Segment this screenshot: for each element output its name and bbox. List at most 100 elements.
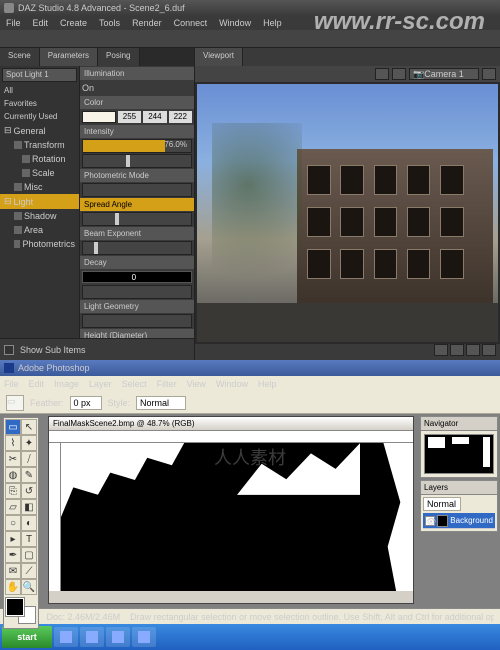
- color-b-field[interactable]: 222: [169, 111, 192, 123]
- tree-misc[interactable]: Misc: [0, 180, 79, 194]
- ps-document-window[interactable]: FinalMaskScene2.bmp @ 48.7% (RGB): [48, 416, 414, 604]
- frame-icon[interactable]: [482, 344, 496, 356]
- crop-tool[interactable]: ✂: [5, 451, 21, 467]
- tab-parameters[interactable]: Parameters: [40, 48, 98, 66]
- taskbar-item[interactable]: [80, 627, 104, 647]
- color-r-field[interactable]: 255: [118, 111, 141, 123]
- stamp-tool[interactable]: ⎘: [5, 483, 21, 499]
- menu-edit[interactable]: Edit: [33, 18, 49, 28]
- tab-scene[interactable]: Scene: [0, 48, 40, 66]
- taskbar-item[interactable]: [106, 627, 130, 647]
- ps-menu-filter[interactable]: Filter: [157, 379, 177, 389]
- menu-tools[interactable]: Tools: [99, 18, 120, 28]
- fg-color-swatch[interactable]: [6, 598, 24, 616]
- ps-menu-image[interactable]: Image: [54, 379, 79, 389]
- tab-posing[interactable]: Posing: [98, 48, 139, 66]
- gradient-tool[interactable]: ◧: [21, 499, 37, 515]
- path-tool[interactable]: ▸: [5, 531, 21, 547]
- slider-generic-1[interactable]: [82, 154, 192, 168]
- menu-window[interactable]: Window: [219, 18, 251, 28]
- orbit-icon[interactable]: [434, 344, 448, 356]
- illumination-value[interactable]: On: [82, 83, 94, 93]
- visibility-icon[interactable]: 👁: [425, 516, 435, 526]
- feather-input[interactable]: 0 px: [70, 396, 102, 410]
- tree-all[interactable]: All: [0, 84, 79, 97]
- layer-thumbnail[interactable]: [437, 515, 448, 527]
- tree-photometrics[interactable]: Photometrics: [0, 237, 79, 251]
- ps-titlebar[interactable]: Adobe Photoshop: [0, 360, 500, 376]
- ps-canvas[interactable]: [61, 443, 413, 591]
- navigator-tab[interactable]: Navigator: [421, 417, 497, 431]
- navigator-thumbnail[interactable]: [424, 434, 494, 474]
- prop-spread-label[interactable]: Spread Angle: [80, 198, 194, 211]
- type-tool[interactable]: T: [21, 531, 37, 547]
- ruler-vertical[interactable]: [49, 443, 61, 591]
- zoom-tool[interactable]: 🔍: [21, 579, 37, 595]
- move-tool[interactable]: ↖: [21, 419, 37, 435]
- color-swatches[interactable]: [6, 598, 36, 624]
- camera-dropdown[interactable]: 📷Camera 1: [409, 68, 479, 80]
- blur-tool[interactable]: ○: [5, 515, 21, 531]
- wand-tool[interactable]: ✦: [21, 435, 37, 451]
- daz-titlebar[interactable]: DAZ Studio 4.8 Advanced - Scene2_6.duf: [0, 0, 500, 16]
- layer-background[interactable]: 👁 Background: [423, 513, 495, 529]
- lasso-tool[interactable]: ⌇: [5, 435, 21, 451]
- tree-shadow[interactable]: Shadow: [0, 209, 79, 223]
- geom-slider[interactable]: [82, 314, 192, 328]
- viewport-tab[interactable]: Viewport: [195, 48, 243, 66]
- start-button[interactable]: start: [2, 626, 52, 648]
- eyedrop-tool[interactable]: ⟋: [21, 563, 37, 579]
- hand-tool[interactable]: ✋: [5, 579, 21, 595]
- tree-currently-used[interactable]: Currently Used: [0, 110, 79, 123]
- show-subitems-checkbox[interactable]: [4, 345, 14, 355]
- spread-slider[interactable]: [82, 212, 192, 226]
- menu-render[interactable]: Render: [132, 18, 162, 28]
- tree-favorites[interactable]: Favorites: [0, 97, 79, 110]
- color-swatch[interactable]: [82, 111, 116, 123]
- tree-scale[interactable]: Scale: [0, 166, 79, 180]
- ps-menu-window[interactable]: Window: [216, 379, 248, 389]
- shape-tool[interactable]: ▢: [21, 547, 37, 563]
- dodge-tool[interactable]: ◐: [21, 515, 37, 531]
- slider-generic-3[interactable]: [82, 285, 192, 299]
- menu-help[interactable]: Help: [263, 18, 282, 28]
- eraser-tool[interactable]: ▱: [5, 499, 21, 515]
- ps-menu-help[interactable]: Help: [258, 379, 277, 389]
- tree-light[interactable]: ⊟Light: [0, 194, 79, 209]
- ps-doc-titlebar[interactable]: FinalMaskScene2.bmp @ 48.7% (RGB): [49, 417, 413, 431]
- ps-menu-edit[interactable]: Edit: [29, 379, 45, 389]
- taskbar-item[interactable]: [54, 627, 78, 647]
- color-g-field[interactable]: 244: [143, 111, 166, 123]
- history-tool[interactable]: ↺: [21, 483, 37, 499]
- heal-tool[interactable]: ◍: [5, 467, 21, 483]
- slider-generic-2[interactable]: [82, 183, 192, 197]
- marquee-tool[interactable]: ▭: [5, 419, 21, 435]
- slice-tool[interactable]: ⧸: [21, 451, 37, 467]
- menu-create[interactable]: Create: [60, 18, 87, 28]
- tree-general[interactable]: ⊟General: [0, 123, 79, 138]
- taskbar-item[interactable]: [132, 627, 156, 647]
- zoom-icon[interactable]: [466, 344, 480, 356]
- vp-tool-icon[interactable]: [482, 68, 496, 80]
- ps-menu-view[interactable]: View: [187, 379, 206, 389]
- pan-icon[interactable]: [450, 344, 464, 356]
- vp-tool-icon[interactable]: [392, 68, 406, 80]
- ruler-horizontal[interactable]: [49, 431, 413, 443]
- intensity-slider[interactable]: 76.0%: [82, 139, 192, 153]
- scrollbar-horizontal[interactable]: [49, 591, 413, 603]
- menu-file[interactable]: File: [6, 18, 21, 28]
- node-selector-dropdown[interactable]: Spot Light 1: [2, 68, 77, 82]
- notes-tool[interactable]: ✉: [5, 563, 21, 579]
- beam-slider[interactable]: [82, 241, 192, 255]
- style-dropdown[interactable]: Normal: [136, 396, 186, 410]
- ps-menu-select[interactable]: Select: [122, 379, 147, 389]
- tree-rotation[interactable]: Rotation: [0, 152, 79, 166]
- layers-tab[interactable]: Layers: [421, 481, 497, 495]
- ps-menu-layer[interactable]: Layer: [89, 379, 112, 389]
- ps-menu-file[interactable]: File: [4, 379, 19, 389]
- marquee-tool-icon[interactable]: ▭: [6, 395, 24, 411]
- tree-area[interactable]: Area: [0, 223, 79, 237]
- pen-tool[interactable]: ✒: [5, 547, 21, 563]
- brush-tool[interactable]: ✎: [21, 467, 37, 483]
- decay-display[interactable]: 0: [82, 271, 192, 283]
